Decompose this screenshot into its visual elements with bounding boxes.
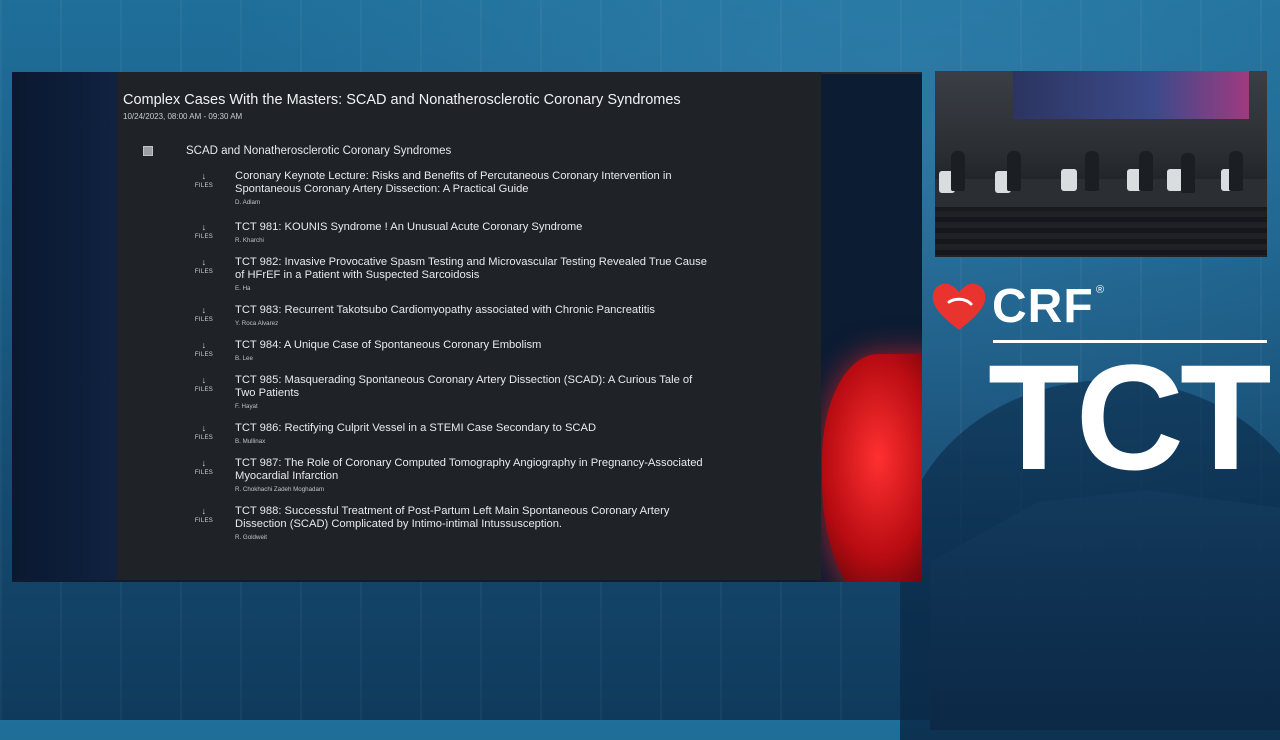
presentation-title[interactable]: TCT 986: Rectifying Culprit Vessel in a … <box>235 422 713 435</box>
files-label: FILES <box>194 183 214 189</box>
files-label: FILES <box>194 352 214 358</box>
panelist <box>1139 151 1153 191</box>
stage-platform <box>935 179 1267 207</box>
files-download-button[interactable]: ↓ FILES <box>193 505 215 525</box>
presentation-title[interactable]: TCT 988: Successful Treatment of Post-Pa… <box>235 505 713 531</box>
list-item: ↓ FILES TCT 982: Invasive Provocative Sp… <box>193 256 813 292</box>
download-arrow-icon: ↓ <box>201 375 207 385</box>
files-download-button[interactable]: ↓ FILES <box>193 304 215 324</box>
download-arrow-icon: ↓ <box>201 257 207 267</box>
list-item: ↓ FILES TCT 985: Masquerading Spontaneou… <box>193 374 813 410</box>
files-download-button[interactable]: ↓ FILES <box>193 339 215 359</box>
stage-screen <box>1013 71 1249 119</box>
files-download-button[interactable]: ↓ FILES <box>193 457 215 477</box>
heart-illustration <box>822 354 922 582</box>
registered-mark: ® <box>1096 284 1105 296</box>
chair <box>1061 169 1077 191</box>
presentation-list: ↓ FILES Coronary Keynote Lecture: Risks … <box>193 170 813 541</box>
download-arrow-icon: ↓ <box>201 423 207 433</box>
presenter-name: Y. Roca Alvarez <box>235 320 279 327</box>
download-arrow-icon: ↓ <box>201 340 207 350</box>
list-item: ↓ FILES TCT 987: The Role of Coronary Co… <box>193 457 813 493</box>
presenter-name: R. Chokhachi Zadeh Moghadam <box>235 486 325 493</box>
files-label: FILES <box>194 387 214 393</box>
download-arrow-icon: ↓ <box>201 222 207 232</box>
presentation-title[interactable]: TCT 981: KOUNIS Syndrome ! An Unusual Ac… <box>235 221 713 234</box>
download-arrow-icon: ↓ <box>201 506 207 516</box>
download-arrow-icon: ↓ <box>201 171 207 181</box>
files-label: FILES <box>194 234 214 240</box>
list-item: ↓ FILES TCT 984: A Unique Case of Sponta… <box>193 339 813 362</box>
audience-rows <box>935 211 1267 257</box>
download-arrow-icon: ↓ <box>201 458 207 468</box>
panelist <box>1007 151 1021 191</box>
presentation-title[interactable]: TCT 983: Recurrent Takotsubo Cardiomyopa… <box>235 304 713 317</box>
files-label: FILES <box>194 269 214 275</box>
presenter-name: E. Ha <box>235 285 251 292</box>
files-label: FILES <box>194 435 214 441</box>
list-item: ↓ FILES TCT 986: Rectifying Culprit Vess… <box>193 422 813 445</box>
section-title: SCAD and Nonatherosclerotic Coronary Syn… <box>186 145 452 157</box>
session-title: Complex Cases With the Masters: SCAD and… <box>123 92 681 108</box>
session-datetime: 10/24/2023, 08:00 AM - 09:30 AM <box>123 112 243 121</box>
files-download-button[interactable]: ↓ FILES <box>193 374 215 394</box>
slide-left-margin <box>12 72 117 580</box>
panelist <box>1229 151 1243 191</box>
section-header[interactable]: SCAD and Nonatherosclerotic Coronary Syn… <box>143 145 451 157</box>
panelist <box>951 151 965 191</box>
files-download-button[interactable]: ↓ FILES <box>193 256 215 276</box>
list-item: ↓ FILES TCT 983: Recurrent Takotsubo Car… <box>193 304 813 327</box>
collapse-square-icon[interactable] <box>143 146 153 156</box>
panelist <box>1181 153 1195 193</box>
download-arrow-icon: ↓ <box>201 305 207 315</box>
files-label: FILES <box>194 470 214 476</box>
presenter-name: R. Goldweit <box>235 534 267 541</box>
list-item: ↓ FILES TCT 988: Successful Treatment of… <box>193 505 813 541</box>
presenter-name: R. Kharchi <box>235 237 264 244</box>
presenter-name: B. Mullinax <box>235 438 266 445</box>
presentation-title[interactable]: Coronary Keynote Lecture: Risks and Bene… <box>235 170 713 196</box>
list-item: ↓ FILES Coronary Keynote Lecture: Risks … <box>193 170 813 206</box>
presenter-name: D. Adlam <box>235 199 261 206</box>
tct-logo-text: TCT <box>988 333 1272 501</box>
list-item: ↓ FILES TCT 981: KOUNIS Syndrome ! An Un… <box>193 221 813 244</box>
presenter-name: B. Lee <box>235 355 253 362</box>
crf-logo-text: CRF <box>992 280 1094 333</box>
panelist <box>1085 151 1099 191</box>
presentation-title[interactable]: TCT 985: Masquerading Spontaneous Corona… <box>235 374 713 400</box>
session-panel: Complex Cases With the Masters: SCAD and… <box>117 72 821 580</box>
camera-feed <box>935 71 1267 257</box>
files-label: FILES <box>194 518 214 524</box>
files-download-button[interactable]: ↓ FILES <box>193 221 215 241</box>
presentation-title[interactable]: TCT 982: Invasive Provocative Spasm Test… <box>235 256 713 282</box>
presenter-name: F. Hayat <box>235 403 258 410</box>
presentation-title[interactable]: TCT 987: The Role of Coronary Computed T… <box>235 457 713 483</box>
files-download-button[interactable]: ↓ FILES <box>193 422 215 442</box>
files-label: FILES <box>194 317 214 323</box>
files-download-button[interactable]: ↓ FILES <box>193 170 215 190</box>
presentation-title[interactable]: TCT 984: A Unique Case of Spontaneous Co… <box>235 339 713 352</box>
crf-heart-logo-icon <box>932 283 986 330</box>
